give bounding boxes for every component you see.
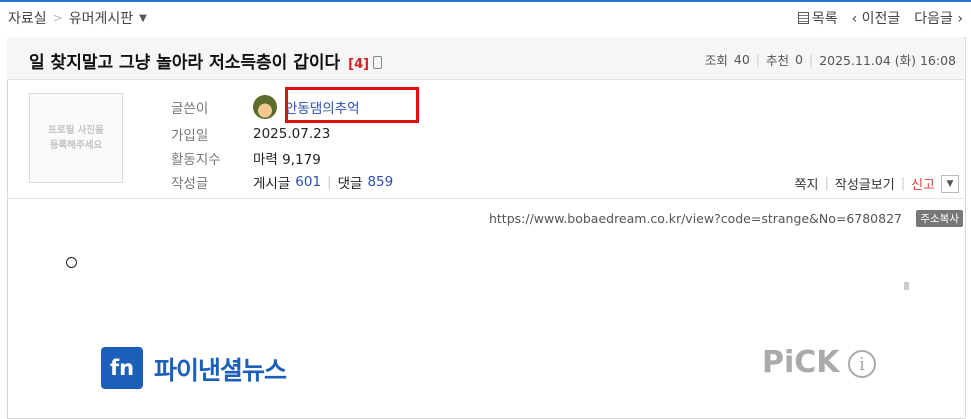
pick-logo: PiCK bbox=[762, 345, 840, 380]
joined-date: 2025.07.23 bbox=[253, 126, 331, 142]
highlight-box bbox=[285, 87, 419, 123]
prev-post-button[interactable]: ‹ 이전글 bbox=[852, 8, 901, 28]
post-meta: 조회 40 | 추천 0 | 2025.11.04 (화) 16:08 bbox=[704, 52, 956, 68]
posts-row: 작성글 게시글 601 | 댓글 859 bbox=[171, 174, 394, 192]
views-count: 40 bbox=[733, 52, 750, 67]
more-dropdown-icon[interactable]: ▼ bbox=[941, 174, 959, 193]
message-button[interactable]: 쪽지 bbox=[795, 174, 819, 193]
brand-name: 파이낸셜뉴스 bbox=[154, 356, 287, 385]
posts-prefix: 게시글 bbox=[253, 176, 291, 192]
posts-label: 작성글 bbox=[171, 176, 209, 192]
author-label: 글쓴이 bbox=[171, 101, 209, 117]
activity-label: 활동지수 bbox=[171, 152, 221, 168]
info-circle-icon[interactable]: i bbox=[848, 350, 876, 378]
comments-prefix: 댓글 bbox=[337, 176, 363, 192]
breadcrumb-section[interactable]: 자료실 bbox=[8, 8, 47, 28]
breadcrumb: 자료실 > 유머게시판 ▼ bbox=[8, 8, 147, 28]
post-datetime: 2025.11.04 (화) 16:08 bbox=[819, 53, 956, 68]
fn-logo-icon: fn bbox=[101, 347, 143, 389]
mobile-icon bbox=[373, 56, 383, 69]
view-posts-button[interactable]: 작성글보기 bbox=[835, 174, 895, 193]
activity-row: 활동지수 마력 9,179 bbox=[171, 148, 321, 168]
content-marker bbox=[904, 282, 909, 290]
post-url: https://www.bobaedream.co.kr/view?code=s… bbox=[488, 211, 902, 226]
posts-count[interactable]: 601 bbox=[295, 174, 321, 190]
recommend-label: 추천 bbox=[766, 53, 790, 68]
top-navigation: 목록 ‹ 이전글 다음글 › bbox=[797, 8, 963, 28]
comment-count[interactable]: [4] bbox=[348, 57, 369, 72]
board-dropdown-icon[interactable]: ▼ bbox=[139, 13, 147, 24]
activity-value: 마력 9,179 bbox=[253, 152, 321, 168]
list-icon bbox=[797, 12, 809, 24]
content-bullet-icon bbox=[66, 257, 77, 268]
post-title-bar: 일 찾지말고 그냥 놀아라 저소득층이 갑이다 [4] 조회 40 | 추천 0 … bbox=[7, 37, 964, 80]
copy-url-button[interactable]: 주소복사 bbox=[916, 210, 963, 227]
list-button[interactable]: 목록 bbox=[797, 8, 838, 28]
profile-photo-placeholder: 프로필 사진을 등록해주세요 bbox=[29, 93, 123, 183]
breadcrumb-separator: > bbox=[52, 11, 63, 25]
joined-row: 가입일 2025.07.23 bbox=[171, 124, 330, 144]
breadcrumb-board[interactable]: 유머게시판 bbox=[69, 8, 133, 28]
next-post-button[interactable]: 다음글 › bbox=[914, 8, 963, 28]
views-label: 조회 bbox=[704, 53, 728, 68]
report-button[interactable]: 신고 bbox=[911, 174, 935, 193]
comments-count[interactable]: 859 bbox=[367, 174, 393, 190]
post-title: 일 찾지말고 그냥 놀아라 저소득층이 갑이다 [4] bbox=[29, 48, 383, 73]
author-actions: 쪽지 | 작성글보기 | 신고 ▼ bbox=[795, 174, 959, 193]
joined-label: 가입일 bbox=[171, 128, 209, 144]
author-avatar bbox=[253, 95, 277, 119]
top-accent-line bbox=[0, 0, 971, 2]
recommend-count: 0 bbox=[795, 52, 803, 67]
